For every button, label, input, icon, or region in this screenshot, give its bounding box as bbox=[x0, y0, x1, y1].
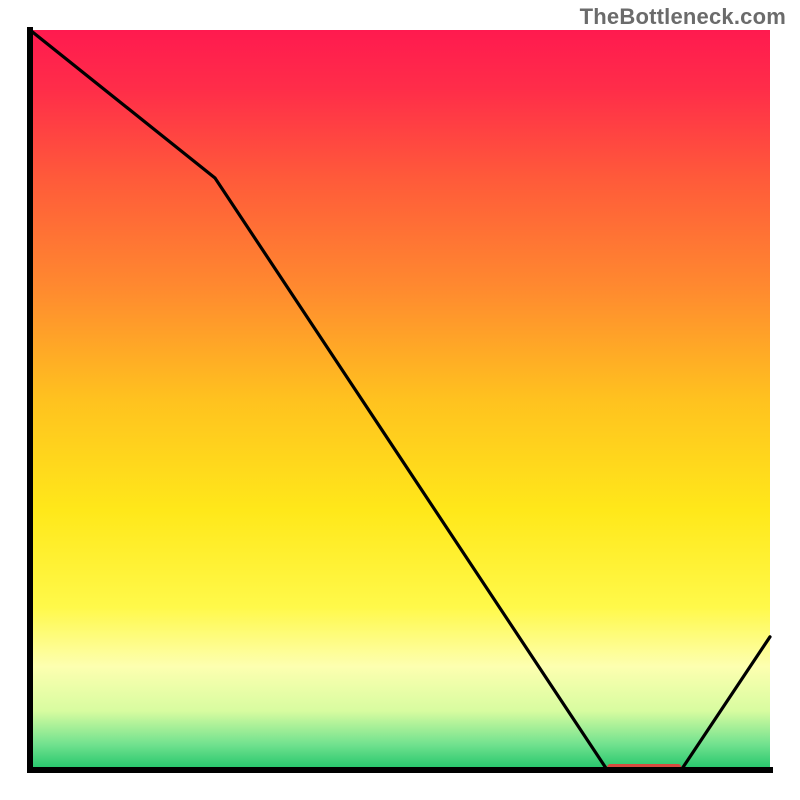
plot-area bbox=[30, 30, 770, 770]
chart-canvas bbox=[0, 0, 800, 800]
watermark-text: TheBottleneck.com bbox=[580, 4, 786, 30]
gradient-background bbox=[30, 30, 770, 770]
chart-stage: TheBottleneck.com bbox=[0, 0, 800, 800]
